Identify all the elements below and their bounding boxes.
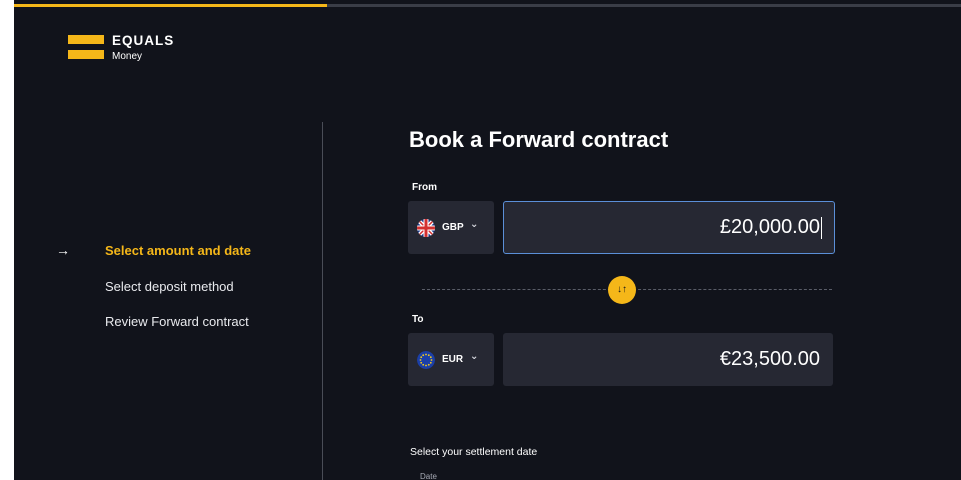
from-currency-select[interactable]: GBP ⌄ (408, 201, 494, 254)
from-amount-input[interactable]: £20,000.00 (503, 201, 835, 254)
step-label: Select amount and date (105, 243, 251, 258)
step-label: Select deposit method (105, 279, 234, 294)
step-label: Review Forward contract (105, 314, 249, 329)
uk-flag-icon (417, 219, 435, 237)
app-window: EQUALS Money → Select amount and date Se… (14, 0, 961, 480)
brand-sub: Money (112, 51, 143, 62)
swap-arrows-icon: ↓↑ (617, 284, 627, 295)
to-label: To (412, 314, 424, 325)
progress-bar-fill (14, 4, 327, 7)
column-divider (322, 122, 323, 480)
date-field-label: Date (420, 472, 437, 480)
to-amount-value: €23,500.00 (719, 348, 820, 370)
text-caret (821, 216, 822, 239)
chevron-down-icon: ⌄ (470, 219, 479, 230)
from-label: From (412, 182, 437, 193)
brand-name: EQUALS (112, 33, 175, 48)
settlement-date-label: Select your settlement date (410, 446, 538, 458)
swap-currency-button[interactable]: ↓↑ (608, 276, 636, 304)
arrow-right-icon: → (56, 242, 70, 258)
currency-code: EUR (442, 354, 464, 365)
page-title: Book a Forward contract (409, 127, 669, 152)
to-currency-select[interactable]: EUR ⌄ (408, 333, 494, 386)
to-amount-input[interactable]: €23,500.00 (503, 333, 833, 386)
from-amount-value: £20,000.00 (719, 216, 820, 238)
eu-flag-icon (417, 351, 435, 369)
chevron-down-icon: ⌄ (470, 351, 479, 362)
currency-code: GBP (442, 222, 464, 233)
progress-bar (14, 4, 961, 7)
